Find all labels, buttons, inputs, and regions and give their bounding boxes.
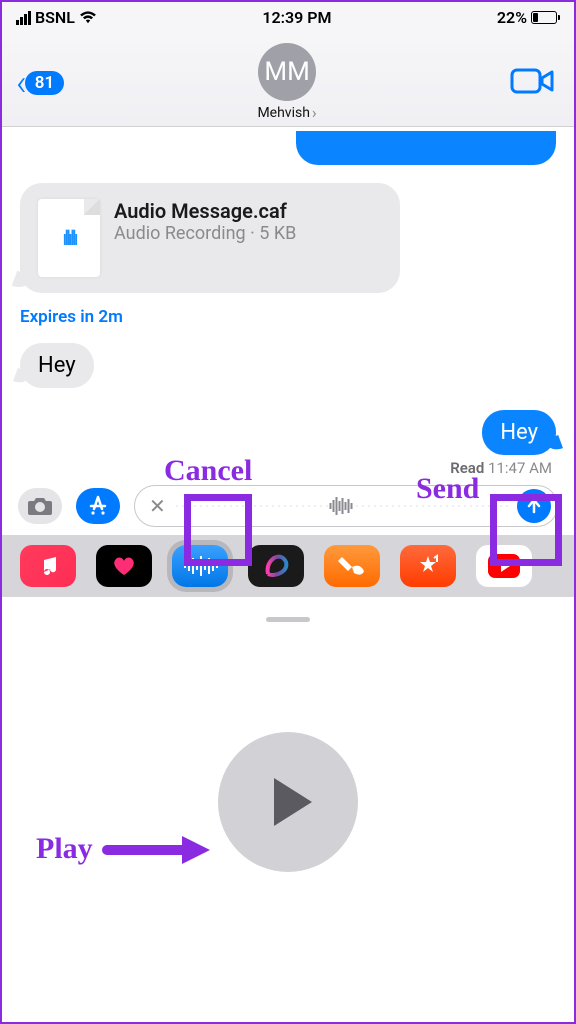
status-bar: BSNL 12:39 PM 22% [2, 2, 574, 33]
app-icon-garageband[interactable] [324, 545, 380, 587]
app-store-button[interactable] [76, 488, 120, 524]
expiry-label: Expires in 2m [20, 307, 556, 327]
imessage-app-drawer[interactable] [2, 535, 574, 597]
received-text-bubble[interactable]: Hey [20, 343, 94, 388]
battery-percentage: 22% [497, 8, 527, 27]
cancel-audio-button[interactable]: ✕ [149, 494, 166, 518]
battery-icon [531, 11, 560, 24]
annotation-cancel-label: Cancel [164, 454, 252, 488]
app-icon-procreate[interactable] [248, 545, 304, 587]
camera-icon [27, 496, 53, 516]
message-input-bar: ✕ [2, 477, 574, 535]
received-file-bubble[interactable]: ıllıllı Audio Message.caf Audio Recordin… [20, 183, 400, 293]
app-icon-music[interactable] [20, 545, 76, 587]
play-icon [274, 778, 312, 826]
contact-name: Mehvish [257, 103, 316, 122]
camera-button[interactable] [18, 488, 62, 524]
annotation-send-box [490, 494, 562, 566]
unread-count-badge: 81 [25, 71, 64, 95]
annotation-play-label: Play [36, 832, 93, 866]
play-audio-button[interactable] [218, 732, 358, 872]
wifi-icon [79, 11, 97, 24]
conversation-header: ‹ 81 MM Mehvish [2, 33, 574, 127]
annotation-cancel-box [184, 494, 252, 566]
back-button[interactable]: ‹ 81 [16, 65, 64, 101]
app-icon-digital-touch[interactable] [96, 545, 152, 587]
video-call-button[interactable] [510, 66, 554, 100]
annotation-send-label: Send [416, 472, 479, 506]
message-list[interactable]: ıllıllı Audio Message.caf Audio Recordin… [2, 127, 574, 477]
avatar: MM [258, 43, 316, 101]
drawer-grabber[interactable] [266, 617, 310, 622]
app-store-icon [87, 495, 109, 517]
signal-icon [16, 11, 31, 25]
audio-app-panel [2, 597, 574, 957]
prev-sent-message [20, 131, 556, 165]
annotation-arrow-icon [102, 830, 212, 870]
sent-text-bubble[interactable]: Hey [482, 410, 556, 455]
carrier-label: BSNL [35, 8, 75, 27]
audio-file-icon: ıllıllı [38, 199, 100, 277]
contact-info[interactable]: MM Mehvish [257, 43, 316, 122]
app-icon-clips[interactable] [400, 545, 456, 587]
file-name: Audio Message.caf [114, 199, 296, 223]
file-description: Audio Recording · 5 KB [114, 223, 296, 244]
clock: 12:39 PM [262, 8, 331, 27]
